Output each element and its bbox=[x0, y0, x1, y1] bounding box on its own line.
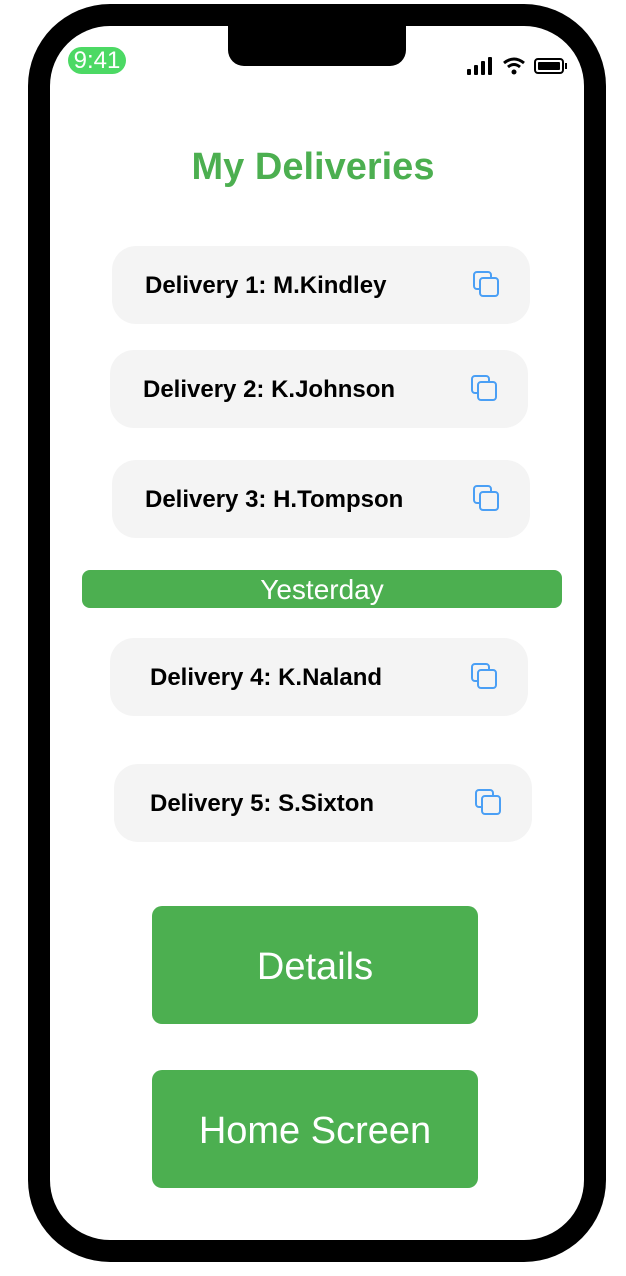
delivery-item-4[interactable]: Delivery 4: K.Naland bbox=[110, 638, 528, 716]
status-time: 9:41 bbox=[68, 47, 126, 74]
delivery-item-2[interactable]: Delivery 2: K.Johnson bbox=[110, 350, 528, 428]
delivery-item-3[interactable]: Delivery 3: H.Tompson bbox=[112, 460, 530, 538]
delivery-item-1[interactable]: Delivery 1: M.Kindley bbox=[112, 246, 530, 324]
details-button[interactable]: Details bbox=[152, 906, 478, 1024]
home-screen-button[interactable]: Home Screen bbox=[152, 1070, 478, 1188]
status-icons bbox=[466, 56, 568, 76]
copy-icon[interactable] bbox=[470, 374, 498, 407]
battery-icon bbox=[534, 58, 567, 74]
delivery-label: Delivery 4: K.Naland bbox=[150, 664, 383, 691]
signal-icon bbox=[467, 57, 492, 75]
copy-icon[interactable] bbox=[472, 484, 500, 517]
delivery-label: Delivery 2: K.Johnson bbox=[143, 376, 396, 403]
notch bbox=[228, 20, 406, 66]
copy-icon[interactable] bbox=[472, 270, 500, 303]
section-header-yesterday: Yesterday bbox=[82, 570, 562, 608]
delivery-label: Delivery 1: M.Kindley bbox=[145, 272, 387, 299]
phone-screen bbox=[50, 26, 584, 1240]
delivery-item-5[interactable]: Delivery 5: S.Sixton bbox=[114, 764, 532, 842]
delivery-label: Delivery 5: S.Sixton bbox=[150, 790, 375, 817]
copy-icon[interactable] bbox=[470, 662, 498, 695]
delivery-label: Delivery 3: H.Tompson bbox=[145, 486, 404, 513]
wifi-icon bbox=[503, 57, 525, 75]
copy-icon[interactable] bbox=[474, 788, 502, 821]
page-title: My Deliveries bbox=[191, 146, 435, 188]
